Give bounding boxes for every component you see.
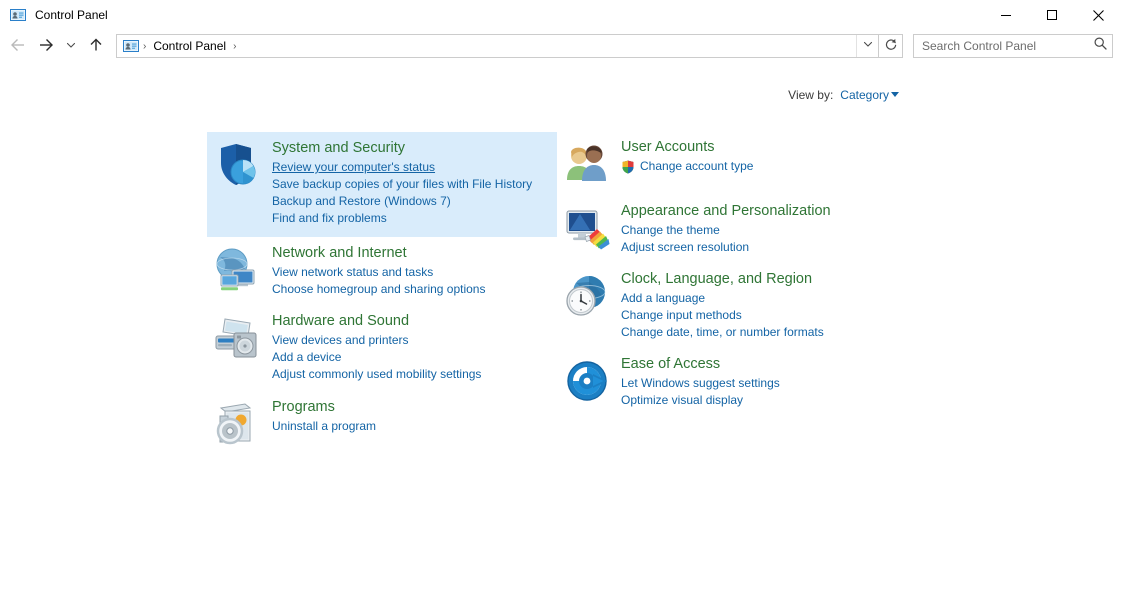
- programs-disc-icon: [212, 400, 260, 448]
- category-column-right: User Accounts Change account type Appear…: [555, 134, 905, 415]
- category-title[interactable]: Programs: [272, 398, 335, 417]
- globe-monitors-icon: [212, 246, 260, 294]
- view-by-control: View by: Category: [788, 88, 899, 102]
- category-title[interactable]: User Accounts: [621, 138, 715, 157]
- category-link[interactable]: View network status and tasks: [272, 264, 433, 281]
- printer-speaker-icon: [212, 314, 260, 362]
- category-link[interactable]: Choose homegroup and sharing options: [272, 281, 485, 298]
- monitor-palette-icon: [563, 204, 611, 252]
- category-body: Network and Internet View network status…: [272, 244, 485, 298]
- breadcrumb-separator-2[interactable]: ›: [231, 41, 238, 52]
- category-link[interactable]: Optimize visual display: [621, 392, 743, 409]
- category-body: Appearance and Personalization Change th…: [621, 202, 831, 256]
- minimize-button[interactable]: [983, 0, 1029, 30]
- category-link[interactable]: Adjust commonly used mobility settings: [272, 366, 481, 383]
- forward-arrow-icon: [37, 37, 55, 56]
- chevron-down-icon: [862, 37, 874, 55]
- view-by-label: View by:: [788, 88, 834, 102]
- category-title[interactable]: Network and Internet: [272, 244, 407, 263]
- address-input[interactable]: › Control Panel ›: [116, 34, 879, 58]
- category-appearance-and-personalization[interactable]: Appearance and Personalization Change th…: [555, 194, 905, 262]
- category-network-and-internet[interactable]: Network and Internet View network status…: [207, 237, 557, 304]
- uac-shield-icon: [621, 160, 635, 174]
- forward-button[interactable]: [32, 32, 60, 60]
- search-icon[interactable]: [1093, 36, 1108, 56]
- breadcrumb-separator-1[interactable]: ›: [141, 41, 148, 52]
- close-button[interactable]: [1075, 0, 1121, 30]
- category-link[interactable]: Backup and Restore (Windows 7): [272, 193, 451, 210]
- category-link[interactable]: Find and fix problems: [272, 210, 387, 227]
- category-body: Ease of Access Let Windows suggest setti…: [621, 355, 780, 409]
- category-link[interactable]: Change the theme: [621, 222, 720, 239]
- back-arrow-icon: [9, 37, 27, 56]
- category-link[interactable]: Add a language: [621, 290, 705, 307]
- category-body: User Accounts Change account type: [621, 138, 753, 188]
- category-title[interactable]: Ease of Access: [621, 355, 720, 374]
- maximize-button[interactable]: [1029, 0, 1075, 30]
- category-link[interactable]: View devices and printers: [272, 332, 409, 349]
- category-link[interactable]: Change date, time, or number formats: [621, 324, 824, 341]
- category-link[interactable]: Add a device: [272, 349, 341, 366]
- recent-locations-button[interactable]: [60, 32, 82, 60]
- category-user-accounts[interactable]: User Accounts Change account type: [555, 134, 905, 194]
- shield-chart-icon: [212, 141, 260, 189]
- category-link[interactable]: Change input methods: [621, 307, 742, 324]
- chevron-down-icon: [891, 92, 899, 97]
- up-button[interactable]: [82, 32, 110, 60]
- title-bar-left: Control Panel: [0, 7, 108, 23]
- window-title: Control Panel: [35, 8, 108, 22]
- category-link[interactable]: Adjust screen resolution: [621, 239, 749, 256]
- content-area: Adjust your computer's settings View by:…: [0, 62, 1121, 589]
- back-button[interactable]: [4, 32, 32, 60]
- category-link[interactable]: Review your computer's status: [272, 159, 435, 176]
- category-programs[interactable]: Programs Uninstall a program: [207, 389, 557, 454]
- user-accounts-icon: [563, 140, 611, 188]
- clock-globe-icon: [563, 272, 611, 320]
- address-history-button[interactable]: [856, 35, 878, 57]
- view-by-value: Category: [840, 88, 889, 102]
- address-bar: › Control Panel ›: [0, 30, 1121, 62]
- refresh-button[interactable]: [879, 34, 903, 58]
- breadcrumb[interactable]: › Control Panel ›: [117, 38, 856, 54]
- category-title[interactable]: Appearance and Personalization: [621, 202, 831, 221]
- search-control-panel-box[interactable]: [913, 34, 1113, 58]
- refresh-icon: [884, 37, 898, 56]
- ease-of-access-icon: [563, 357, 611, 405]
- category-ease-of-access[interactable]: Ease of Access Let Windows suggest setti…: [555, 347, 905, 415]
- title-bar: Control Panel: [0, 0, 1121, 30]
- category-body: Programs Uninstall a program: [272, 398, 376, 448]
- category-column-left: System and Security Review your computer…: [207, 132, 557, 454]
- breadcrumb-control-panel-icon: [123, 38, 139, 54]
- category-title[interactable]: Clock, Language, and Region: [621, 270, 812, 289]
- category-clock-language-region[interactable]: Clock, Language, and Region Add a langua…: [555, 262, 905, 347]
- category-body: System and Security Review your computer…: [272, 139, 532, 227]
- category-link-row[interactable]: Change account type: [621, 158, 753, 175]
- chevron-down-icon: [65, 39, 77, 54]
- search-input[interactable]: [922, 39, 1093, 53]
- up-arrow-icon: [88, 37, 104, 56]
- window-controls: [983, 0, 1121, 30]
- category-body: Clock, Language, and Region Add a langua…: [621, 270, 824, 341]
- category-link: Change account type: [640, 159, 754, 173]
- category-link[interactable]: Save backup copies of your files with Fi…: [272, 176, 532, 193]
- control-panel-icon: [10, 7, 26, 23]
- category-title[interactable]: System and Security: [272, 139, 405, 158]
- breadcrumb-item-control-panel[interactable]: Control Panel: [150, 39, 229, 53]
- category-body: Hardware and Sound View devices and prin…: [272, 312, 481, 383]
- category-link[interactable]: Let Windows suggest settings: [621, 375, 780, 392]
- category-system-and-security[interactable]: System and Security Review your computer…: [207, 132, 557, 237]
- view-by-dropdown[interactable]: Category: [840, 88, 899, 102]
- category-title[interactable]: Hardware and Sound: [272, 312, 409, 331]
- category-link[interactable]: Uninstall a program: [272, 418, 376, 435]
- category-hardware-and-sound[interactable]: Hardware and Sound View devices and prin…: [207, 304, 557, 389]
